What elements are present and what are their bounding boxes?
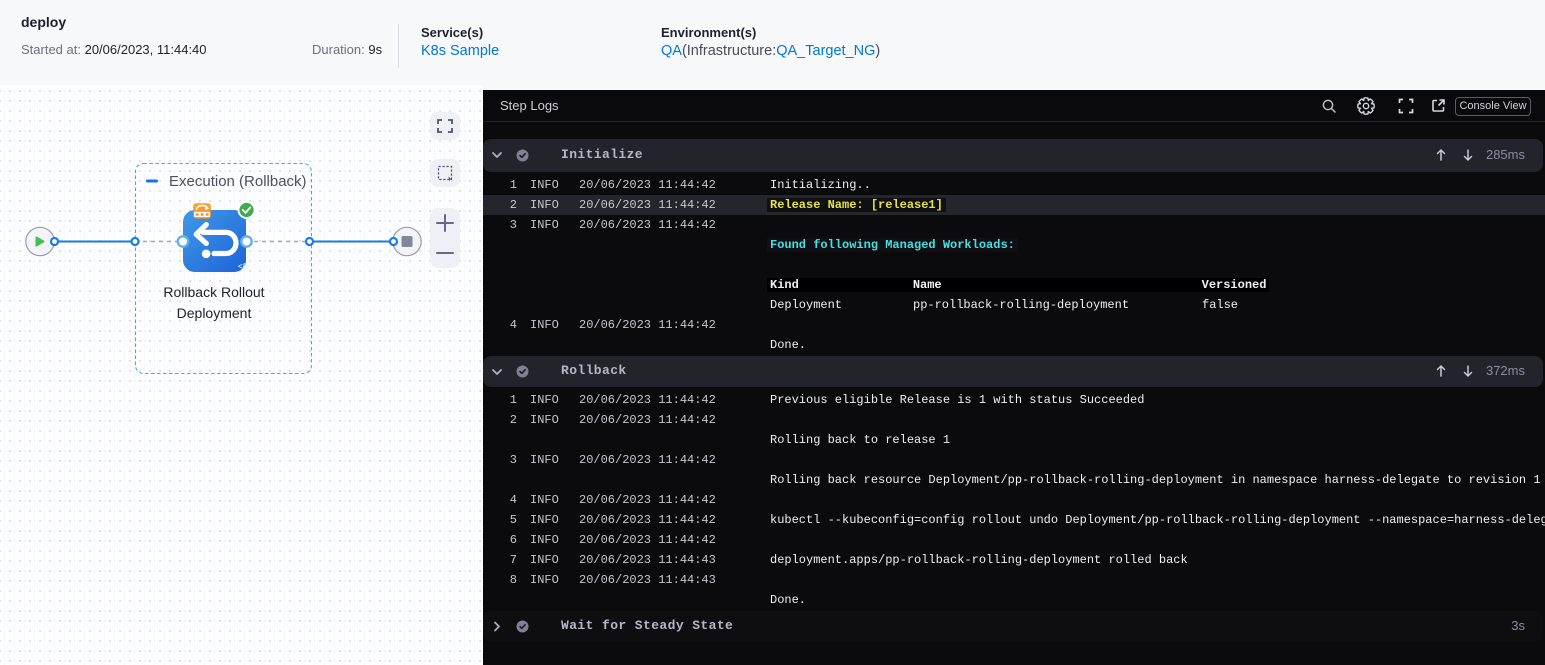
svg-text:</>: </> xyxy=(238,262,250,271)
